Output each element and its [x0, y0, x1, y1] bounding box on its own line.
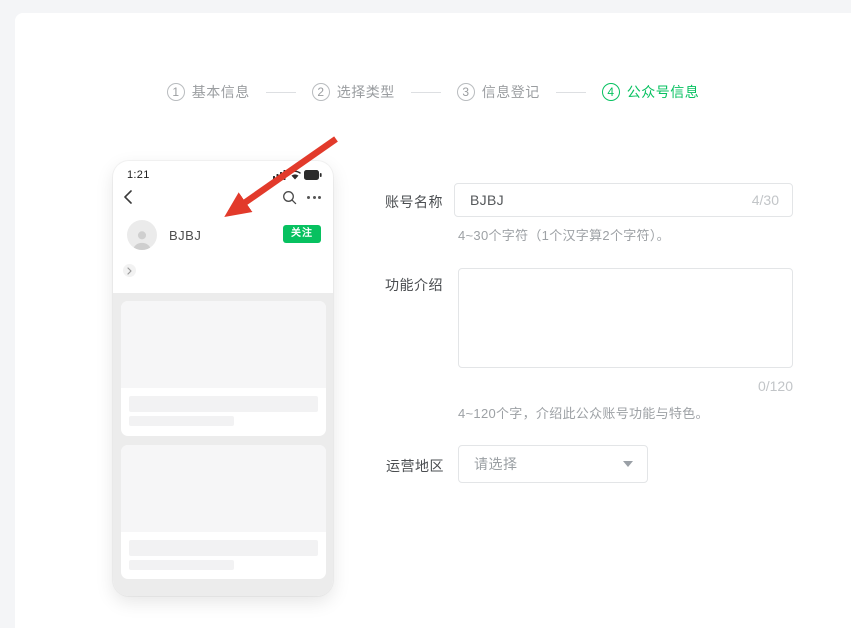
subtitle-line-placeholder — [129, 416, 234, 426]
account-preview-phone: 1:21 BJBJ 关注 — [113, 161, 333, 596]
step-account-info: 4 公众号信息 — [602, 82, 700, 102]
account-name-label: 账号名称 — [385, 192, 443, 212]
preview-feed — [113, 293, 333, 596]
phone-statusbar: 1:21 — [127, 168, 322, 182]
account-name-input[interactable] — [455, 184, 752, 216]
chevron-down-icon — [623, 461, 633, 467]
subtitle-line-placeholder — [129, 560, 234, 570]
wifi-icon — [289, 170, 301, 180]
step-choose-type: 2 选择类型 — [312, 82, 395, 102]
step-info-registration: 3 信息登记 — [457, 82, 540, 102]
step-label: 信息登记 — [482, 82, 540, 102]
status-icons — [273, 170, 322, 180]
intro-label: 功能介绍 — [385, 275, 443, 295]
article-card-placeholder — [121, 301, 326, 436]
step-basic-info: 1 基本信息 — [167, 82, 250, 102]
step-label: 基本信息 — [192, 82, 250, 102]
person-icon — [131, 228, 153, 250]
account-name-counter: 4/30 — [752, 192, 792, 208]
step-connector — [556, 92, 586, 93]
intro-helper: 4~120个字，介绍此公众账号功能与特色。 — [458, 403, 709, 422]
thumbnail-placeholder — [121, 445, 326, 532]
account-profile-row: BJBJ 关注 — [127, 220, 321, 252]
title-line-placeholder — [129, 396, 318, 412]
step-number: 1 — [167, 83, 185, 101]
title-line-placeholder — [129, 540, 318, 556]
step-number: 2 — [312, 83, 330, 101]
thumbnail-placeholder — [121, 301, 326, 388]
wizard-stepper: 1 基本信息 2 选择类型 3 信息登记 4 公众号信息 — [15, 82, 851, 102]
account-name-field-wrap: 4/30 — [454, 183, 793, 217]
step-connector — [411, 92, 441, 93]
follow-button: 关注 — [283, 225, 321, 243]
step-label: 选择类型 — [337, 82, 395, 102]
step-connector — [266, 92, 296, 93]
account-name-helper: 4~30个字符（1个汉字算2个字符）。 — [458, 225, 670, 244]
step-number: 3 — [457, 83, 475, 101]
phone-navbar — [123, 187, 321, 207]
back-icon — [123, 189, 133, 205]
battery-icon — [304, 170, 322, 180]
more-icon — [307, 196, 321, 199]
step-number: 4 — [602, 83, 620, 101]
article-card-placeholder — [121, 445, 326, 579]
avatar — [127, 220, 157, 250]
registration-panel: 1 基本信息 2 选择类型 3 信息登记 4 公众号信息 1:21 — [15, 13, 851, 628]
signal-icon — [273, 170, 286, 180]
region-label: 运营地区 — [386, 456, 444, 476]
account-name-preview: BJBJ — [169, 228, 201, 243]
expand-chevron-icon — [123, 264, 136, 277]
intro-counter: 0/120 — [458, 378, 793, 394]
region-select[interactable]: 请选择 — [458, 445, 648, 483]
status-time: 1:21 — [127, 169, 150, 181]
search-icon — [282, 190, 297, 205]
intro-textarea[interactable] — [458, 268, 793, 368]
step-label: 公众号信息 — [627, 82, 700, 102]
region-select-value: 请选择 — [459, 454, 623, 474]
